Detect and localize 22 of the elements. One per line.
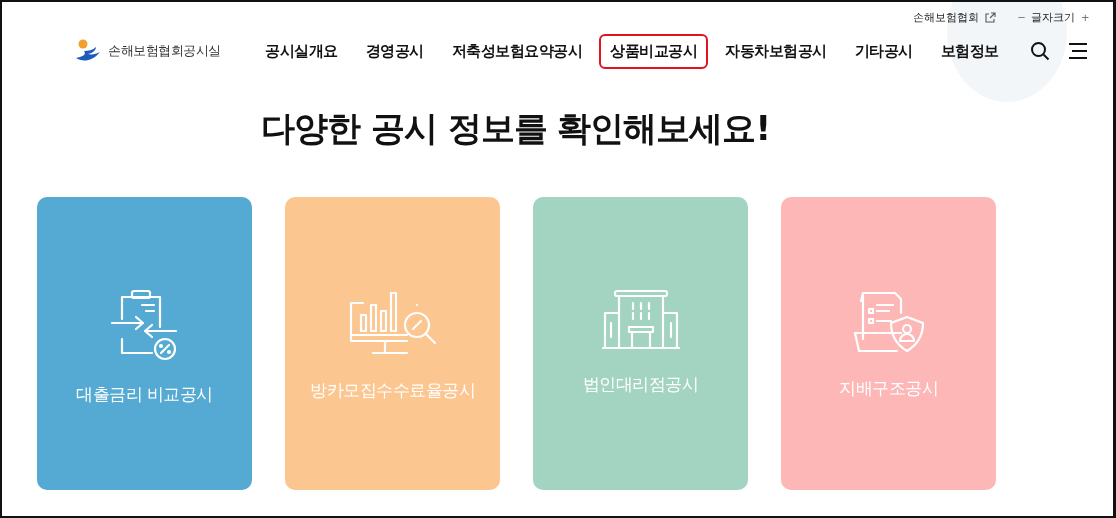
- nav-item[interactable]: 상품비교공시: [599, 33, 708, 69]
- card-label: 법인대리점공시: [582, 373, 699, 396]
- nav-item[interactable]: 보험정보: [929, 33, 1010, 69]
- font-increase-button[interactable]: +: [1081, 9, 1089, 25]
- menu-icon[interactable]: [1067, 43, 1088, 59]
- nav-item[interactable]: 공시실개요: [254, 33, 349, 69]
- building-icon: [600, 289, 681, 351]
- clipboard-percent-icon: [109, 289, 180, 361]
- card-label: 지배구조공시: [839, 377, 938, 400]
- card-label: 방카모집수수료율공시: [310, 379, 475, 402]
- association-link[interactable]: 손해보험협회: [912, 9, 979, 25]
- logo-text: 손해보험협회공시실: [108, 42, 221, 60]
- font-size-label: 글자크기: [1031, 9, 1076, 25]
- card-label: 대출금리 비교공시: [76, 383, 213, 406]
- font-decrease-button[interactable]: −: [1017, 9, 1026, 25]
- nav-item[interactable]: 저축성보험요약공시: [440, 33, 593, 69]
- page-headline: 다양한 공시 정보를 확인해보세요!: [260, 107, 771, 150]
- external-link-icon: [984, 11, 996, 23]
- search-icon[interactable]: [1029, 41, 1050, 61]
- nav-item[interactable]: 경영공시: [354, 33, 435, 69]
- nav-item[interactable]: 자동차보험공시: [714, 33, 838, 69]
- nav-item[interactable]: 기타공시: [843, 33, 924, 69]
